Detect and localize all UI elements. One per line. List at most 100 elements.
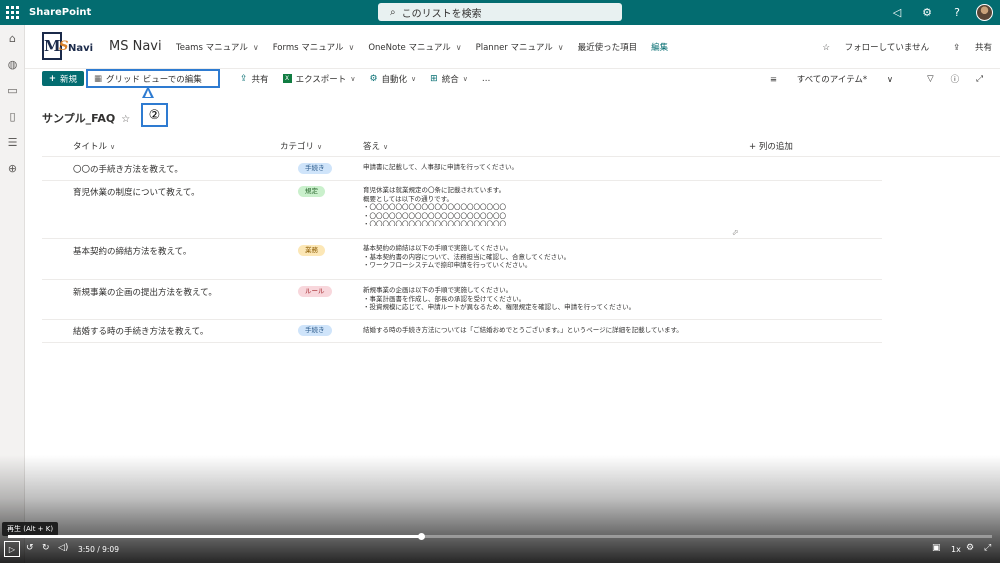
settings-icon[interactable]: ⚙ xyxy=(966,543,974,553)
star-icon[interactable]: ☆ xyxy=(121,114,130,125)
column-header-answer[interactable]: 答え ∨ xyxy=(363,140,388,152)
play-icon: ▷ xyxy=(8,544,16,554)
share-icon: ⇪ xyxy=(240,73,248,84)
view-selector[interactable]: ≡ すべてのアイテム* ∨ xyxy=(770,73,910,85)
nav-edit-link[interactable]: 編集 xyxy=(651,41,668,53)
fullscreen-icon[interactable]: ⤢ xyxy=(984,543,991,553)
row-title[interactable]: 結婚する時の手続き方法を教えて。 xyxy=(73,325,208,337)
suite-bar: SharePoint ⌕ このリストを検索 ◁ ⚙ ? xyxy=(0,0,1000,25)
chevron-down-icon: ∨ xyxy=(317,143,323,151)
export-button[interactable]: X エクスポート ∨ xyxy=(282,73,356,85)
row-answer: 申請書に記載して、人事部に申請を行ってください。 xyxy=(363,163,518,171)
row-title[interactable]: 〇〇の手続き方法を教えて。 xyxy=(73,163,183,175)
open-details-icon[interactable]: ⬀ xyxy=(732,228,739,237)
chevron-down-icon: ∨ xyxy=(252,43,259,52)
home-icon[interactable]: ⌂ xyxy=(0,25,25,51)
site-title[interactable]: MS Navi xyxy=(109,39,162,54)
new-button[interactable]: + 新規 xyxy=(42,71,84,86)
waffle-icon xyxy=(6,6,19,19)
more-button[interactable]: … xyxy=(482,74,491,84)
help-icon[interactable]: ? xyxy=(942,6,972,19)
category-badge: 手続き xyxy=(298,325,332,336)
follow-button[interactable]: ☆ フォローしていません xyxy=(810,41,929,53)
info-icon[interactable]: ⓘ xyxy=(951,73,960,85)
nav-item-forms[interactable]: Forms マニュアル ∨ xyxy=(273,41,355,53)
chevron-down-icon: ∨ xyxy=(455,43,462,52)
create-icon[interactable]: ⊕ xyxy=(0,155,25,181)
star-icon: ☆ xyxy=(822,43,833,53)
search-box[interactable]: ⌕ このリストを検索 xyxy=(378,3,622,21)
megaphone-icon[interactable]: ◁ xyxy=(882,6,912,19)
nav-item-teams[interactable]: Teams マニュアル ∨ xyxy=(176,41,259,53)
gear-icon[interactable]: ⚙ xyxy=(912,6,942,19)
row-answer: 育児休業は就業規定の〇条に記載されています。 概要としては以下の通りです。 ・〇… xyxy=(363,186,506,226)
row-answer: 新規事業の企画は以下の手順で実施してください。 ・事業計画書を作成し、部長の承認… xyxy=(363,286,636,311)
expand-icon[interactable]: ⤢ xyxy=(976,74,983,84)
table-row[interactable]: 新規事業の企画の提出方法を教えて。 ルール 新規事業の企画は以下の手順で実施して… xyxy=(42,280,1000,319)
chevron-down-icon: ∨ xyxy=(110,143,116,151)
row-title[interactable]: 育児休業の制度について教えて。 xyxy=(73,186,200,198)
view-icon: ≡ xyxy=(769,74,780,85)
nav-item-recent[interactable]: 最近使った項目 xyxy=(578,41,638,53)
callout-number: ② xyxy=(141,103,168,127)
category-badge: 業務 xyxy=(298,245,325,256)
video-progress-fill xyxy=(8,535,422,538)
plus-icon: + xyxy=(48,73,57,84)
logo-s: S xyxy=(59,39,69,54)
speed-button[interactable]: 1x xyxy=(951,545,961,554)
suite-brand[interactable]: SharePoint xyxy=(29,7,91,18)
table-row[interactable]: 育児休業の制度について教えて。 規定 育児休業は就業規定の〇条に記載されています… xyxy=(42,181,1000,238)
chevron-down-icon: ∨ xyxy=(462,74,468,83)
share-button[interactable]: ⇪ 共有 xyxy=(240,73,269,85)
filter-icon[interactable]: ▽ xyxy=(927,74,934,84)
logo-navi: Navi xyxy=(68,43,94,54)
row-title[interactable]: 基本契約の締結方法を教えて。 xyxy=(73,245,191,257)
app-launcher-button[interactable] xyxy=(0,0,25,25)
chevron-down-icon: ∨ xyxy=(557,43,564,52)
row-answer: 結婚する時の手続き方法については「ご結婚おめでとうございます。」というページに詳… xyxy=(363,326,683,334)
avatar[interactable] xyxy=(976,4,993,21)
nav-item-onenote[interactable]: OneNote マニュアル ∨ xyxy=(368,41,461,53)
news-icon[interactable]: ▭ xyxy=(0,77,25,103)
rewind-icon[interactable]: ↺ xyxy=(26,543,34,553)
document-icon[interactable]: ▯ xyxy=(0,103,25,129)
category-badge: 手続き xyxy=(298,163,332,174)
table-row[interactable]: 結婚する時の手続き方法を教えて。 手続き 結婚する時の手続き方法については「ご結… xyxy=(42,320,1000,342)
category-badge: 規定 xyxy=(298,186,325,197)
chevron-down-icon: ∨ xyxy=(350,74,356,83)
automate-icon: ⚙ xyxy=(369,73,378,84)
play-tooltip: 再生 (Alt + K) xyxy=(2,522,59,536)
chevron-down-icon: ∨ xyxy=(348,43,355,52)
site-share-button[interactable]: ⇪ 共有 xyxy=(941,41,992,53)
row-title[interactable]: 新規事業の企画の提出方法を教えて。 xyxy=(73,286,217,298)
volume-icon[interactable]: ◁) xyxy=(58,543,68,553)
search-placeholder: このリストを検索 xyxy=(401,8,482,20)
globe-icon[interactable]: ◍ xyxy=(0,51,25,77)
integrate-button[interactable]: ⊞ 統合 ∨ xyxy=(430,73,468,85)
callout-arrow-inner xyxy=(145,90,151,97)
command-bar: + 新規 ▦ グリッド ビューでの編集 ⇪ 共有 X エクスポート ∨ ⚙ 自動化 ∨ ⊞… xyxy=(25,69,1000,88)
search-icon: ⌕ xyxy=(390,6,396,18)
lists-icon[interactable]: ☰ xyxy=(0,129,25,155)
captions-icon[interactable]: ▣ xyxy=(932,543,941,553)
top-navigation: Teams マニュアル ∨ Forms マニュアル ∨ OneNote マニュアル ∨… xyxy=(176,25,668,69)
video-progress-bar[interactable] xyxy=(8,533,992,540)
category-badge: ルール xyxy=(298,286,332,297)
column-header-category[interactable]: カテゴリ ∨ xyxy=(280,140,322,152)
row-answer: 基本契約の締結は以下の手順で実施してください。 ・基本契約書の内容について、法務… xyxy=(363,244,571,269)
play-button[interactable]: ▷ xyxy=(4,541,20,557)
forward-icon[interactable]: ↻ xyxy=(42,543,50,553)
column-header-title[interactable]: タイトル ∨ xyxy=(73,140,115,152)
excel-icon: X xyxy=(282,74,292,83)
nav-item-planner[interactable]: Planner マニュアル ∨ xyxy=(476,41,564,53)
row-divider xyxy=(42,342,882,343)
share-icon: ⇪ xyxy=(953,43,963,53)
add-column-button[interactable]: + 列の追加 xyxy=(749,140,793,152)
list-title: サンプル_FAQ ☆ xyxy=(42,112,131,125)
chevron-down-icon: ∨ xyxy=(884,74,894,85)
automate-button[interactable]: ⚙ 自動化 ∨ xyxy=(369,73,416,85)
table-row[interactable]: 基本契約の締結方法を教えて。 業務 基本契約の締結は以下の手順で実施してください… xyxy=(42,239,1000,279)
site-logo[interactable]: M S Navi xyxy=(42,32,94,62)
site-header: M S Navi MS Navi Teams マニュアル ∨ Forms マニュア… xyxy=(25,25,1000,69)
table-row[interactable]: 〇〇の手続き方法を教えて。 手続き 申請書に記載して、人事部に申請を行ってくださ… xyxy=(42,157,1000,180)
